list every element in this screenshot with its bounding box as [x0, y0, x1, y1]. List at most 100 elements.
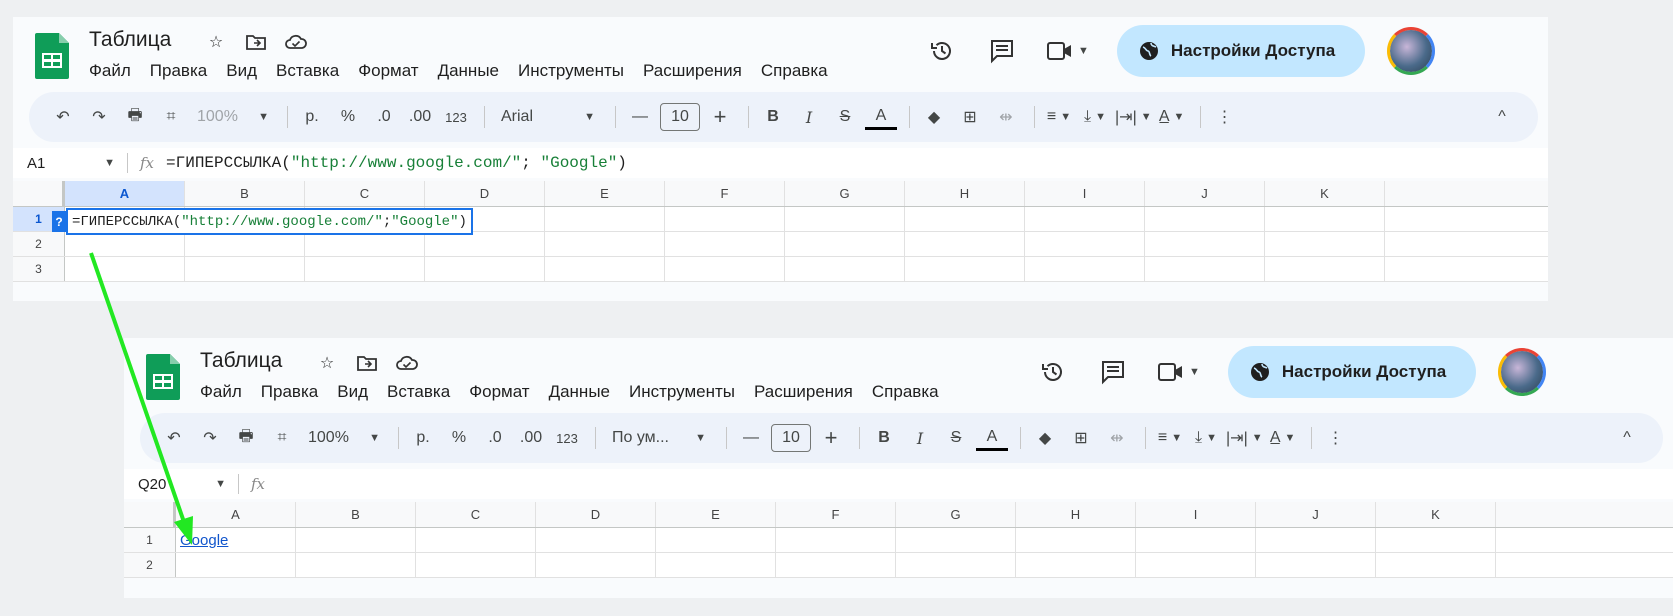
menu-format[interactable]: Формат: [358, 61, 418, 81]
share-button[interactable]: Настройки Доступа: [1116, 25, 1366, 77]
document-title[interactable]: Таблица: [89, 28, 171, 52]
name-box[interactable]: Q20 ▼: [124, 476, 234, 493]
borders-icon[interactable]: ⊞: [1065, 422, 1097, 454]
cell[interactable]: [656, 528, 776, 552]
increase-font-size-button[interactable]: +: [815, 422, 847, 454]
menu-insert[interactable]: Вставка: [387, 382, 450, 402]
cell[interactable]: [1016, 553, 1136, 577]
increase-decimal-button[interactable]: .00: [515, 422, 547, 454]
cell-a1-editor[interactable]: =ГИПЕРССЫЛКА("http://www.google.com/"; "…: [66, 208, 473, 235]
bold-icon[interactable]: B: [868, 422, 900, 454]
menu-file[interactable]: Файл: [89, 61, 131, 81]
cell[interactable]: [536, 553, 656, 577]
menu-edit[interactable]: Правка: [261, 382, 318, 402]
column-header[interactable]: G: [785, 181, 905, 206]
cell[interactable]: [1376, 553, 1496, 577]
merge-cells-icon[interactable]: ⇹: [1101, 422, 1133, 454]
font-select[interactable]: Arial ▼: [493, 101, 603, 133]
video-call-icon[interactable]: ▼: [1157, 361, 1200, 383]
merge-cells-icon[interactable]: ⇹: [990, 101, 1022, 133]
cell[interactable]: [176, 553, 296, 577]
cell[interactable]: [425, 257, 545, 281]
valign-icon[interactable]: ⤓ ▼: [1190, 422, 1222, 454]
hyperlink[interactable]: Google: [180, 532, 228, 549]
move-to-folder-icon[interactable]: [354, 350, 380, 376]
select-all-corner[interactable]: [124, 502, 176, 527]
cell[interactable]: [545, 257, 665, 281]
wrap-icon[interactable]: |⇥| ▼: [1226, 422, 1263, 454]
collapse-icon[interactable]: ^: [1611, 422, 1643, 454]
video-call-icon[interactable]: ▼: [1046, 40, 1089, 62]
more-icon[interactable]: ⋮: [1209, 101, 1241, 133]
column-header[interactable]: H: [905, 181, 1025, 206]
row-header[interactable]: 3: [13, 257, 65, 281]
number-format-button[interactable]: 123: [440, 101, 472, 133]
cell[interactable]: [536, 528, 656, 552]
cell[interactable]: [896, 528, 1016, 552]
cell[interactable]: [185, 232, 305, 256]
menu-tools[interactable]: Инструменты: [629, 382, 735, 402]
cell[interactable]: [665, 207, 785, 231]
font-size-input[interactable]: 10: [660, 103, 700, 131]
strikethrough-icon[interactable]: S: [829, 101, 861, 133]
column-header[interactable]: B: [185, 181, 305, 206]
cell[interactable]: [1256, 528, 1376, 552]
increase-font-size-button[interactable]: +: [704, 101, 736, 133]
row-header[interactable]: 2: [124, 553, 176, 577]
history-icon[interactable]: [1037, 356, 1069, 388]
decrease-font-size-button[interactable]: —: [624, 101, 656, 133]
cell[interactable]: [665, 257, 785, 281]
cell[interactable]: [1265, 257, 1385, 281]
row-header[interactable]: 2: [13, 232, 65, 256]
menu-format[interactable]: Формат: [469, 382, 529, 402]
column-header[interactable]: H: [1016, 502, 1136, 527]
italic-icon[interactable]: I: [904, 422, 936, 454]
cell[interactable]: [296, 553, 416, 577]
menu-extensions[interactable]: Расширения: [643, 61, 742, 81]
fill-color-icon[interactable]: ◆: [918, 101, 950, 133]
cell[interactable]: [416, 553, 536, 577]
cell[interactable]: [785, 232, 905, 256]
move-to-folder-icon[interactable]: [243, 29, 269, 55]
name-box[interactable]: A1 ▼: [13, 155, 123, 172]
cell[interactable]: [776, 553, 896, 577]
font-size-input[interactable]: 10: [771, 424, 811, 452]
menu-extensions[interactable]: Расширения: [754, 382, 853, 402]
decrease-font-size-button[interactable]: —: [735, 422, 767, 454]
redo-icon[interactable]: ↷: [194, 422, 226, 454]
cell[interactable]: [1256, 553, 1376, 577]
cell[interactable]: [1136, 528, 1256, 552]
cell[interactable]: [416, 528, 536, 552]
menu-help[interactable]: Справка: [761, 61, 828, 81]
paint-format-icon[interactable]: ⌗: [266, 422, 298, 454]
avatar[interactable]: [1498, 348, 1547, 396]
currency-format-button[interactable]: р.: [407, 422, 439, 454]
cell[interactable]: [185, 257, 305, 281]
column-header[interactable]: E: [545, 181, 665, 206]
comments-icon[interactable]: [1097, 356, 1129, 388]
comments-icon[interactable]: [986, 35, 1018, 67]
text-color-icon[interactable]: A: [976, 425, 1008, 451]
column-header[interactable]: A: [176, 502, 296, 527]
menu-data[interactable]: Данные: [549, 382, 610, 402]
column-header[interactable]: D: [536, 502, 656, 527]
text-color-icon[interactable]: A: [865, 104, 897, 130]
zoom-select[interactable]: 100% ▼: [191, 101, 275, 133]
menu-view[interactable]: Вид: [226, 61, 257, 81]
column-header[interactable]: F: [776, 502, 896, 527]
percent-format-button[interactable]: %: [332, 101, 364, 133]
cell[interactable]: [785, 257, 905, 281]
cell[interactable]: [1136, 553, 1256, 577]
dropdown-icon[interactable]: ▼: [1078, 45, 1089, 57]
menu-help[interactable]: Справка: [872, 382, 939, 402]
redo-icon[interactable]: ↷: [83, 101, 115, 133]
cell[interactable]: [65, 232, 185, 256]
cell[interactable]: [905, 257, 1025, 281]
cell[interactable]: [1145, 207, 1265, 231]
column-header[interactable]: K: [1265, 181, 1385, 206]
star-icon[interactable]: ☆: [203, 29, 229, 55]
cell[interactable]: [1265, 232, 1385, 256]
undo-icon[interactable]: ↶: [158, 422, 190, 454]
column-header[interactable]: G: [896, 502, 1016, 527]
wrap-icon[interactable]: |⇥| ▼: [1115, 101, 1152, 133]
